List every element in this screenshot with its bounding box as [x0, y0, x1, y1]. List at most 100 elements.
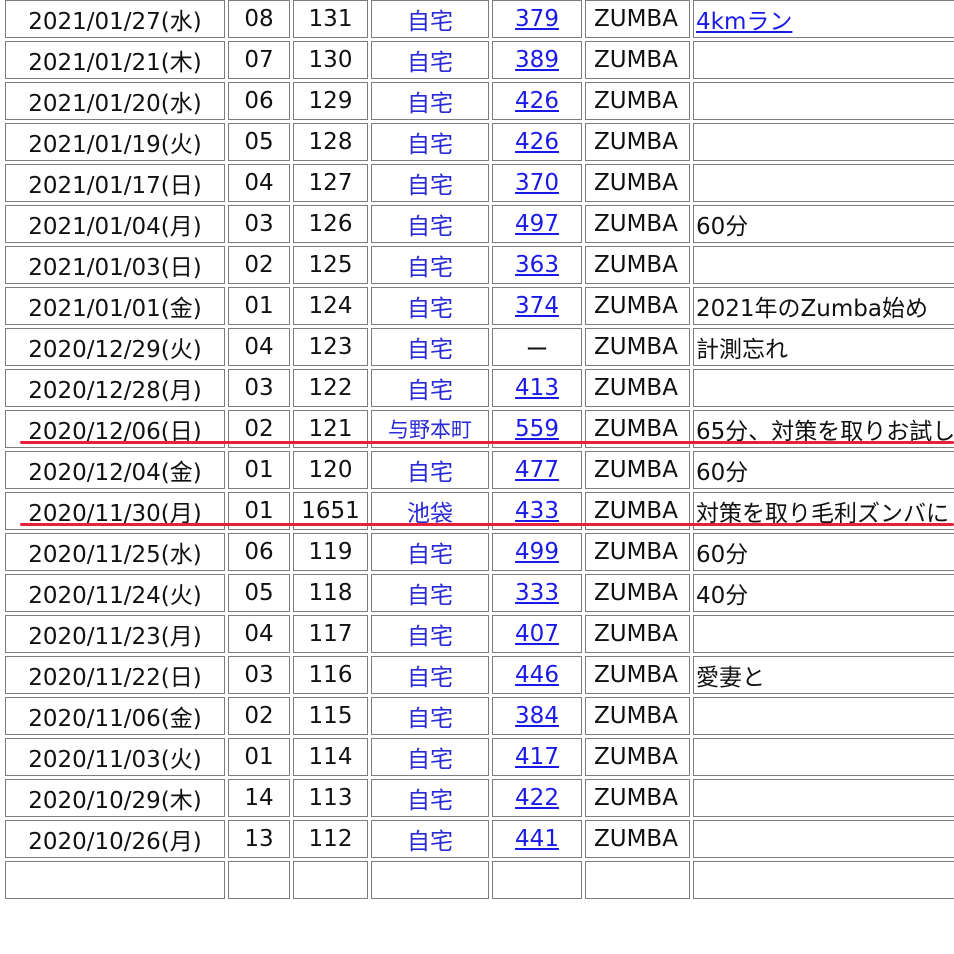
session-number-cell: 05 — [228, 574, 290, 612]
zumba-log-table: 2021/01/27(水) 08 131 自宅 379 ZUMBA 4kmラン 2021/01… — [2, 0, 954, 902]
calorie-cell[interactable]: 384 — [492, 697, 582, 735]
session-number-cell: 02 — [228, 246, 290, 284]
calorie-cell-link[interactable]: 426 — [515, 88, 559, 114]
activity-cell: ZUMBA — [585, 205, 690, 243]
calorie-cell[interactable]: 422 — [492, 779, 582, 817]
calorie-cell[interactable]: 446 — [492, 656, 582, 694]
calorie-cell[interactable]: 333 — [492, 574, 582, 612]
date-cell: 2020/11/24(火) — [5, 574, 225, 612]
calorie-cell-link[interactable]: 370 — [515, 170, 559, 196]
calorie-cell[interactable]: 363 — [492, 246, 582, 284]
date-cell: 2020/10/26(月) — [5, 820, 225, 858]
date-cell: 2020/12/29(火) — [5, 328, 225, 366]
total-count-cell: 115 — [293, 697, 368, 735]
location-cell: 自宅 — [371, 123, 489, 161]
table-row: 2021/01/17(日) 04 127 自宅 370 ZUMBA — [5, 164, 954, 202]
calorie-cell — [492, 861, 582, 899]
total-count-cell: 116 — [293, 656, 368, 694]
calorie-cell-link[interactable]: 426 — [515, 129, 559, 155]
session-number-cell: 06 — [228, 82, 290, 120]
location-cell: 自宅 — [371, 738, 489, 776]
total-count-cell: 127 — [293, 164, 368, 202]
calorie-cell[interactable]: 417 — [492, 738, 582, 776]
calorie-cell-text: ー — [525, 337, 549, 363]
calorie-cell-link[interactable]: 497 — [515, 211, 559, 237]
calorie-cell[interactable]: 499 — [492, 533, 582, 571]
total-count-cell — [293, 861, 368, 899]
calorie-cell-link[interactable]: 441 — [515, 826, 559, 852]
table-row: 2020/11/25(水) 06 119 自宅 499 ZUMBA 60分 — [5, 533, 954, 571]
location-cell: 自宅 — [371, 328, 489, 366]
calorie-cell[interactable]: 426 — [492, 123, 582, 161]
location-cell: 自宅 — [371, 779, 489, 817]
total-count-cell: 113 — [293, 779, 368, 817]
date-cell: 2021/01/19(火) — [5, 123, 225, 161]
calorie-cell-link[interactable]: 333 — [515, 580, 559, 606]
activity-cell: ZUMBA — [585, 697, 690, 735]
note-cell — [693, 41, 954, 79]
calorie-cell-link[interactable]: 389 — [515, 47, 559, 73]
calorie-cell[interactable]: 497 — [492, 205, 582, 243]
calorie-cell[interactable]: 477 — [492, 451, 582, 489]
session-number-cell: 14 — [228, 779, 290, 817]
note-cell-link[interactable]: 4kmラン — [696, 9, 792, 35]
total-count-cell: 130 — [293, 41, 368, 79]
table-row: 2020/11/23(月) 04 117 自宅 407 ZUMBA — [5, 615, 954, 653]
session-number-cell: 01 — [228, 287, 290, 325]
calorie-cell-link[interactable]: 379 — [515, 6, 559, 32]
calorie-cell[interactable]: 426 — [492, 82, 582, 120]
date-cell: 2021/01/27(水) — [5, 0, 225, 38]
location-cell — [371, 861, 489, 899]
calorie-cell-link[interactable]: 413 — [515, 375, 559, 401]
note-cell: 60分 — [693, 533, 954, 571]
date-cell: 2021/01/21(木) — [5, 41, 225, 79]
session-number-cell: 04 — [228, 328, 290, 366]
calorie-cell-link[interactable]: 384 — [515, 703, 559, 729]
table-row: 2021/01/04(月) 03 126 自宅 497 ZUMBA 60分 — [5, 205, 954, 243]
note-cell — [693, 246, 954, 284]
calorie-cell[interactable]: 379 — [492, 0, 582, 38]
activity-cell: ZUMBA — [585, 369, 690, 407]
calorie-cell[interactable]: 407 — [492, 615, 582, 653]
date-cell: 2021/01/17(日) — [5, 164, 225, 202]
calorie-cell-link[interactable]: 499 — [515, 539, 559, 565]
highlight-underline — [20, 523, 954, 526]
date-cell: 2021/01/04(月) — [5, 205, 225, 243]
note-cell — [693, 123, 954, 161]
calorie-cell[interactable]: 413 — [492, 369, 582, 407]
calorie-cell-link[interactable]: 407 — [515, 621, 559, 647]
calorie-cell[interactable]: 441 — [492, 820, 582, 858]
calorie-cell-link[interactable]: 363 — [515, 252, 559, 278]
table-row: 2020/12/28(月) 03 122 自宅 413 ZUMBA — [5, 369, 954, 407]
table-row: 2021/01/27(水) 08 131 自宅 379 ZUMBA 4kmラン — [5, 0, 954, 38]
location-cell: 自宅 — [371, 574, 489, 612]
activity-cell: ZUMBA — [585, 451, 690, 489]
note-cell: 60分 — [693, 205, 954, 243]
session-number-cell — [228, 861, 290, 899]
calorie-cell[interactable]: 389 — [492, 41, 582, 79]
total-count-cell: 129 — [293, 82, 368, 120]
table-row: 2020/11/24(火) 05 118 自宅 333 ZUMBA 40分 — [5, 574, 954, 612]
note-cell — [693, 861, 954, 899]
note-cell — [693, 615, 954, 653]
location-cell: 自宅 — [371, 369, 489, 407]
session-number-cell: 04 — [228, 164, 290, 202]
note-cell[interactable]: 4kmラン — [693, 0, 954, 38]
calorie-cell-link[interactable]: 477 — [515, 457, 559, 483]
total-count-cell: 123 — [293, 328, 368, 366]
calorie-cell[interactable]: 374 — [492, 287, 582, 325]
calorie-cell-link[interactable]: 433 — [515, 498, 559, 524]
calorie-cell-link[interactable]: 422 — [515, 785, 559, 811]
total-count-cell: 122 — [293, 369, 368, 407]
activity-cell: ZUMBA — [585, 615, 690, 653]
calorie-cell-link[interactable]: 446 — [515, 662, 559, 688]
calorie-cell-link[interactable]: 374 — [515, 293, 559, 319]
activity-cell: ZUMBA — [585, 820, 690, 858]
calorie-cell-link[interactable]: 559 — [515, 416, 559, 442]
session-number-cell: 07 — [228, 41, 290, 79]
calorie-cell[interactable]: 370 — [492, 164, 582, 202]
calorie-cell-link[interactable]: 417 — [515, 744, 559, 770]
location-cell: 自宅 — [371, 205, 489, 243]
activity-cell: ZUMBA — [585, 738, 690, 776]
note-cell: 計測忘れ — [693, 328, 954, 366]
